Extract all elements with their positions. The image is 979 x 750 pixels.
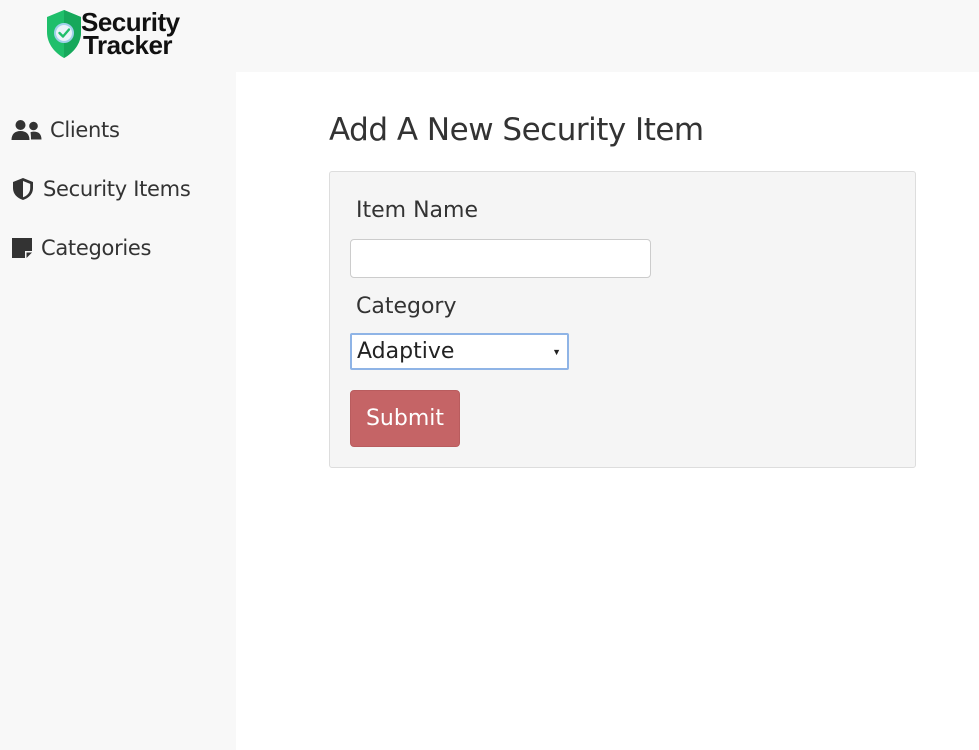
users-icon bbox=[11, 119, 42, 141]
top-bar: Security Tracker bbox=[0, 0, 979, 72]
sidebar: Clients Security Items Categories bbox=[0, 72, 236, 750]
sidebar-item-categories[interactable]: Categories bbox=[11, 236, 152, 260]
add-item-form: Item Name Category Adaptive ▼ Submit bbox=[329, 171, 916, 468]
submit-button[interactable]: Submit bbox=[350, 390, 460, 447]
item-name-input[interactable] bbox=[350, 239, 651, 278]
sticky-note-icon bbox=[11, 237, 33, 259]
logo-wordmark: Security Tracker bbox=[81, 9, 180, 60]
category-select[interactable]: Adaptive ▼ bbox=[350, 333, 569, 370]
sidebar-item-clients[interactable]: Clients bbox=[11, 118, 120, 142]
sidebar-item-label: Security Items bbox=[43, 177, 191, 201]
category-selected-value: Adaptive bbox=[357, 339, 455, 364]
item-name-label: Item Name bbox=[356, 198, 478, 223]
shield-check-logo-icon bbox=[47, 10, 81, 58]
shield-icon bbox=[11, 177, 35, 201]
logo[interactable]: Security Tracker bbox=[43, 6, 193, 62]
main-content: Add A New Security Item Item Name Catego… bbox=[236, 72, 979, 750]
sidebar-item-label: Clients bbox=[50, 118, 120, 142]
category-label: Category bbox=[356, 294, 457, 319]
sidebar-item-security-items[interactable]: Security Items bbox=[11, 177, 191, 201]
page-title: Add A New Security Item bbox=[329, 112, 704, 148]
caret-down-icon: ▼ bbox=[552, 346, 561, 357]
sidebar-item-label: Categories bbox=[41, 236, 152, 260]
logo-text-line2: Tracker bbox=[83, 30, 173, 60]
